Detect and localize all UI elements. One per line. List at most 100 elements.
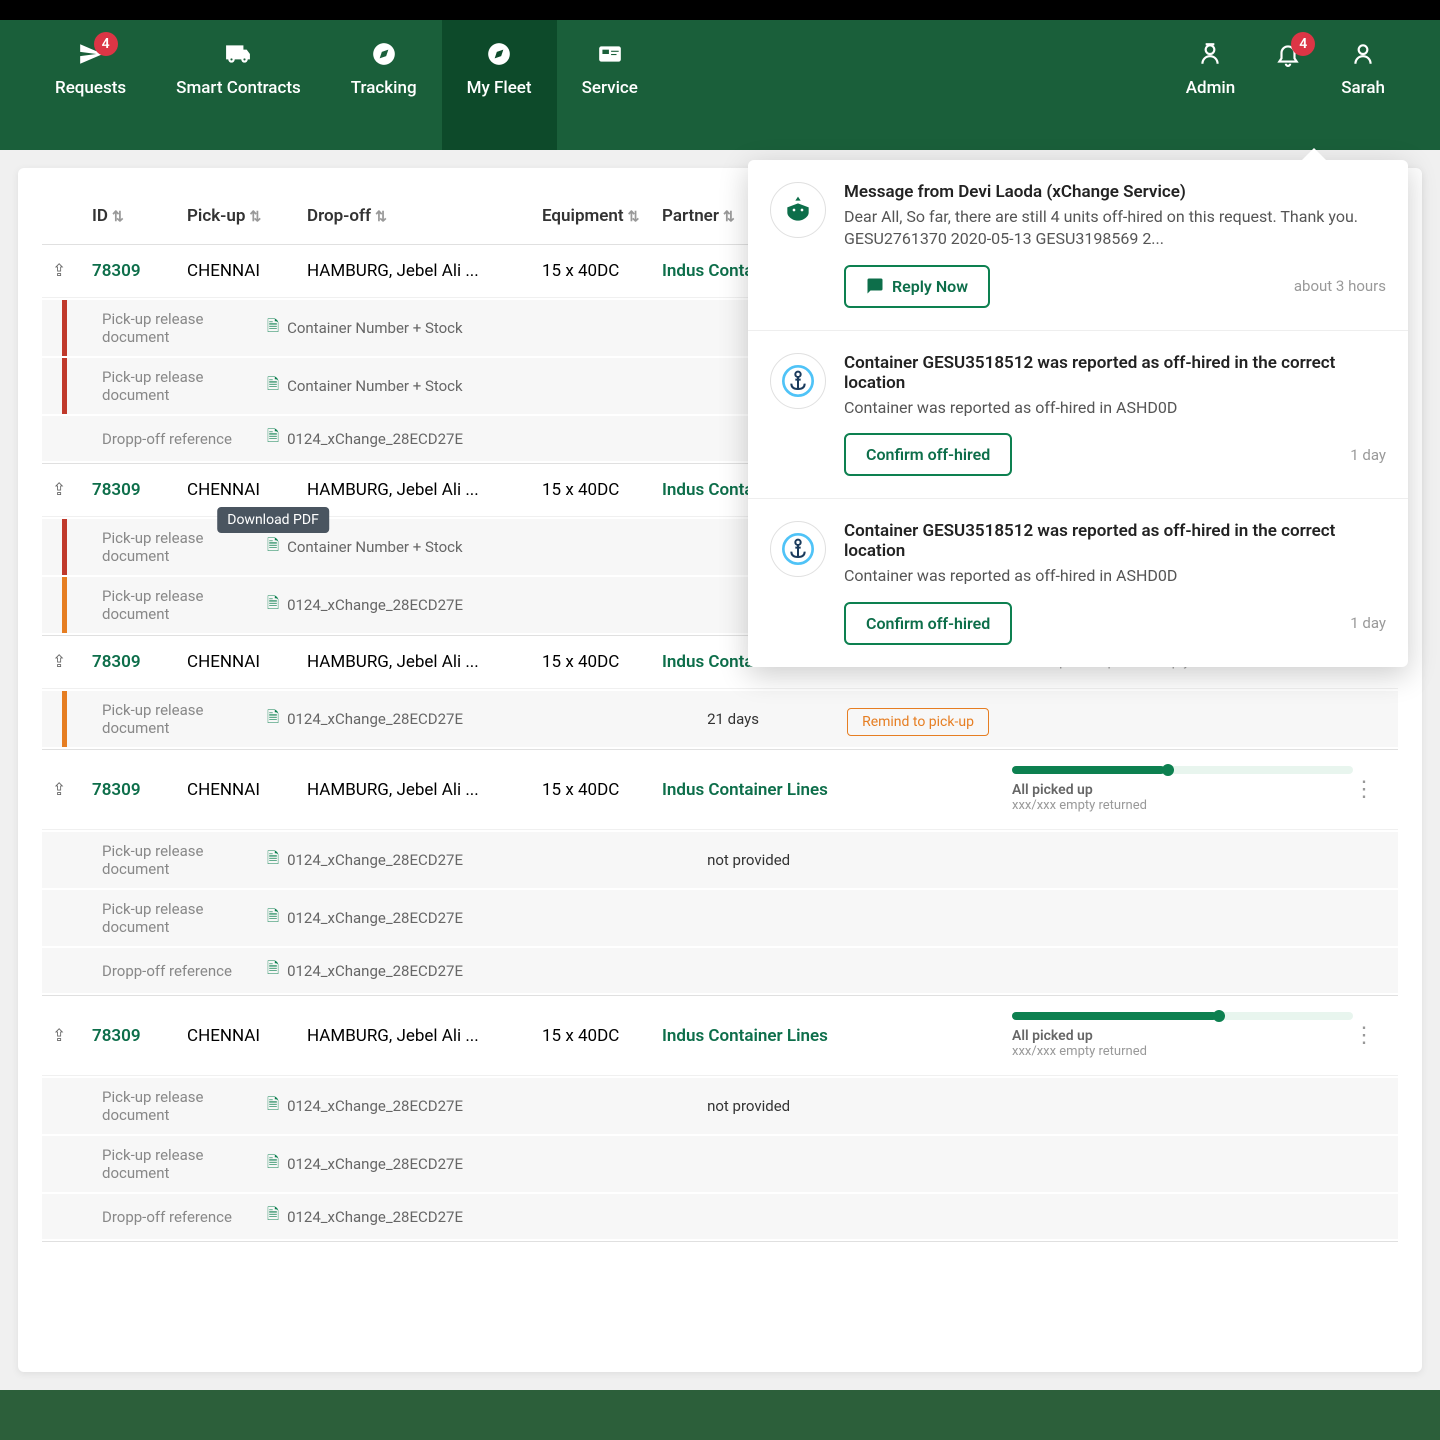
nav-label: Smart Contracts xyxy=(176,78,301,98)
nav-label: My Fleet xyxy=(467,78,532,98)
file-icon[interactable]: 🗎 xyxy=(267,374,279,399)
row-equipment: 15 x 40DC xyxy=(542,261,662,281)
file-icon[interactable]: 🗎 xyxy=(267,906,279,931)
row-equipment: 15 x 40DC xyxy=(542,780,662,800)
user-icon xyxy=(1350,38,1376,68)
requests-badge: 4 xyxy=(94,32,118,56)
doc-row: Pick-up release document 🗎 0124_xChange_… xyxy=(42,832,1398,888)
row-pickup: CHENNAI xyxy=(187,1026,307,1046)
file-icon[interactable]: 🗎 xyxy=(267,1204,279,1229)
file-icon[interactable]: 🗎 xyxy=(267,707,279,732)
header-id[interactable]: ID⇅ xyxy=(92,206,187,226)
table-row[interactable]: ⇪ 78309 CHENNAI HAMBURG, Jebel Ali ... 1… xyxy=(42,750,1398,830)
send-icon: 4 xyxy=(78,38,104,68)
row-pickup: CHENNAI xyxy=(187,780,307,800)
nav-fleet[interactable]: My Fleet xyxy=(442,20,557,150)
file-icon[interactable]: 🗎 xyxy=(267,1152,279,1177)
progress-bar xyxy=(1012,1012,1353,1020)
compass-icon xyxy=(371,38,397,68)
file-icon[interactable]: 🗎 xyxy=(267,426,279,451)
confirm-button[interactable]: Confirm off-hired xyxy=(844,602,1012,645)
nav-label: Sarah xyxy=(1341,78,1385,98)
expand-icon[interactable]: ⇪ xyxy=(52,780,92,800)
file-icon[interactable]: 🗎 Download PDF xyxy=(267,535,279,560)
truck-icon xyxy=(223,38,253,68)
row-dropoff: HAMBURG, Jebel Ali ... xyxy=(307,261,542,281)
shield-user-icon xyxy=(1197,38,1223,68)
notif-title: Container GESU3518512 was reported as of… xyxy=(844,353,1386,393)
bell-icon: 4 xyxy=(1275,38,1301,68)
notif-title: Message from Devi Laoda (xChange Service… xyxy=(844,182,1386,202)
row-dropoff: HAMBURG, Jebel Ali ... xyxy=(307,780,542,800)
file-icon[interactable]: 🗎 xyxy=(267,958,279,983)
kebab-menu[interactable]: ⋮ xyxy=(1353,1023,1388,1048)
nav-label: Service xyxy=(582,78,638,98)
nav-user[interactable]: Sarah xyxy=(1316,20,1410,150)
doc-row: Dropp-off reference 🗎 0124_xChange_28ECD… xyxy=(42,948,1398,993)
doc-row: Pick-up release document 🗎 0124_xChange_… xyxy=(42,890,1398,946)
nav-admin[interactable]: Admin xyxy=(1161,20,1260,150)
nav-tracking[interactable]: Tracking xyxy=(326,20,442,150)
row-partner[interactable]: Indus Container Lines xyxy=(662,1026,882,1046)
row-pickup: CHENNAI xyxy=(187,261,307,281)
anchor-icon xyxy=(770,521,826,577)
top-navigation: 4 Requests Smart Contracts Tracking My F… xyxy=(0,20,1440,150)
notif-text: Container was reported as off-hired in A… xyxy=(844,565,1386,587)
notif-title: Container GESU3518512 was reported as of… xyxy=(844,521,1386,561)
row-dropoff: HAMBURG, Jebel Ali ... xyxy=(307,652,542,672)
notif-text: Container was reported as off-hired in A… xyxy=(844,397,1386,419)
notification-item[interactable]: Container GESU3518512 was reported as of… xyxy=(748,331,1408,499)
card-icon xyxy=(596,38,624,68)
row-pickup: CHENNAI xyxy=(187,480,307,500)
notif-badge: 4 xyxy=(1291,32,1315,56)
nav-label: Tracking xyxy=(351,78,417,98)
compass-icon xyxy=(486,38,512,68)
file-icon[interactable]: 🗎 xyxy=(267,593,279,618)
row-id[interactable]: 78309 xyxy=(92,652,187,672)
header-pickup[interactable]: Pick-up⇅ xyxy=(187,206,307,226)
expand-icon[interactable]: ⇪ xyxy=(52,1026,92,1046)
file-icon[interactable]: 🗎 xyxy=(267,848,279,873)
row-id[interactable]: 78309 xyxy=(92,780,187,800)
doc-row: Pick-up release document 🗎 0124_xChange_… xyxy=(42,1136,1398,1192)
doc-row: Dropp-off reference 🗎 0124_xChange_28ECD… xyxy=(42,1194,1398,1239)
header-equipment[interactable]: Equipment⇅ xyxy=(542,206,662,226)
nav-label: Requests xyxy=(55,78,126,98)
row-dropoff: HAMBURG, Jebel Ali ... xyxy=(307,1026,542,1046)
row-equipment: 15 x 40DC xyxy=(542,1026,662,1046)
tooltip: Download PDF xyxy=(217,507,329,533)
kebab-menu[interactable]: ⋮ xyxy=(1353,777,1388,802)
notification-item[interactable]: Message from Devi Laoda (xChange Service… xyxy=(748,160,1408,331)
notification-item[interactable]: Container GESU3518512 was reported as of… xyxy=(748,499,1408,666)
nav-requests[interactable]: 4 Requests xyxy=(30,20,151,150)
header-dropoff[interactable]: Drop-off⇅ xyxy=(307,206,542,226)
table-row[interactable]: ⇪ 78309 CHENNAI HAMBURG, Jebel Ali ... 1… xyxy=(42,996,1398,1076)
notifications-panel: Message from Devi Laoda (xChange Service… xyxy=(748,160,1408,667)
row-pickup: CHENNAI xyxy=(187,652,307,672)
notif-time: about 3 hours xyxy=(1294,277,1386,295)
expand-icon[interactable]: ⇪ xyxy=(52,480,92,500)
nav-notifications[interactable]: 4 xyxy=(1260,20,1316,150)
nav-contracts[interactable]: Smart Contracts xyxy=(151,20,326,150)
progress-bar xyxy=(1012,766,1353,774)
row-equipment: 15 x 40DC xyxy=(542,652,662,672)
file-icon[interactable]: 🗎 xyxy=(267,316,279,341)
row-equipment: 15 x 40DC xyxy=(542,480,662,500)
anchor-icon xyxy=(770,353,826,409)
notif-text: Dear All, So far, there are still 4 unit… xyxy=(844,206,1386,251)
row-id[interactable]: 78309 xyxy=(92,1026,187,1046)
nav-service[interactable]: Service xyxy=(557,20,663,150)
remind-button[interactable]: Remind to pick-up xyxy=(847,708,989,736)
row-partner[interactable]: Indus Container Lines xyxy=(662,780,882,800)
doc-row: Pick-up release document 🗎 0124_xChange_… xyxy=(42,691,1398,747)
file-icon[interactable]: 🗎 xyxy=(267,1094,279,1119)
notif-time: 1 day xyxy=(1350,614,1386,632)
reply-button[interactable]: Reply Now xyxy=(844,265,990,308)
nav-label: Admin xyxy=(1186,78,1235,98)
expand-icon[interactable]: ⇪ xyxy=(52,652,92,672)
row-id[interactable]: 78309 xyxy=(92,480,187,500)
confirm-button[interactable]: Confirm off-hired xyxy=(844,433,1012,476)
notif-time: 1 day xyxy=(1350,446,1386,464)
row-id[interactable]: 78309 xyxy=(92,261,187,281)
expand-icon[interactable]: ⇪ xyxy=(52,261,92,281)
